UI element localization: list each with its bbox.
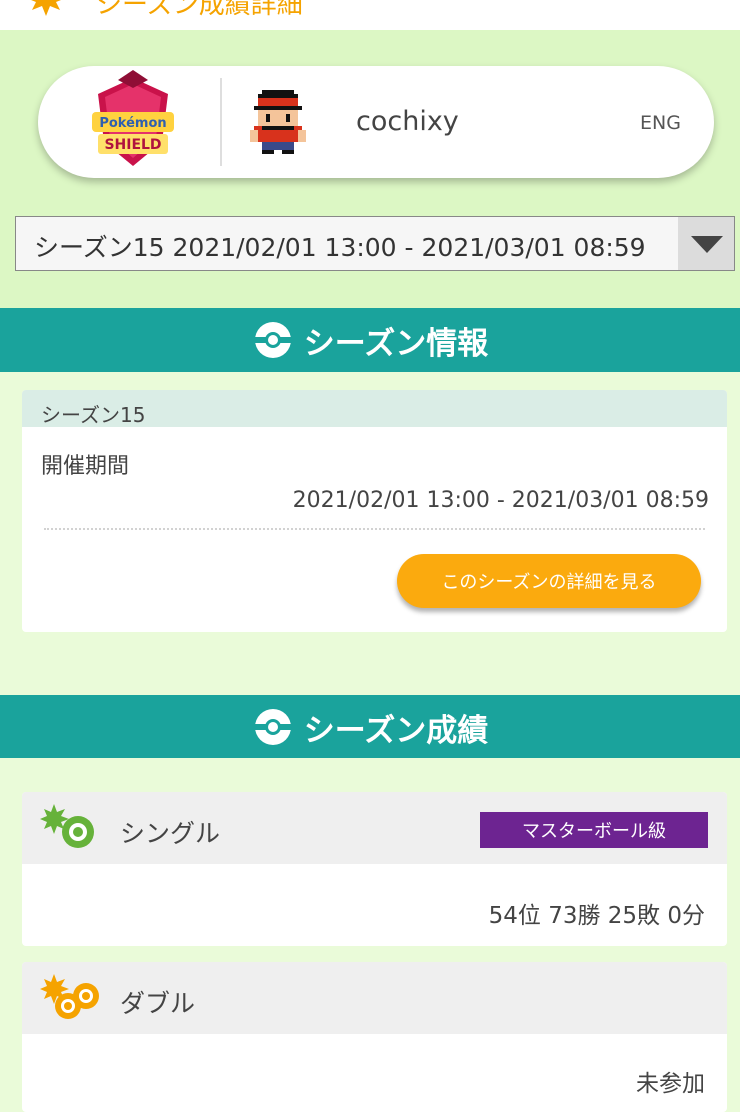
trainer-avatar-icon — [250, 90, 306, 154]
pokemon-shield-logo: Pokémon SHIELD — [92, 70, 174, 166]
season-name-bar: シーズン15 — [22, 390, 727, 427]
period-label: 開催期間 — [41, 454, 130, 479]
season-detail-button[interactable]: このシーズンの詳細を見る — [397, 554, 701, 608]
double-battle-head: ダブル — [22, 962, 727, 1034]
profile-card: Pokémon SHIELD cochixy ENG — [38, 66, 714, 178]
season-select-value: シーズン15 2021/02/01 13:00 - 2021/03/01 08:… — [34, 233, 646, 262]
season-info-header: シーズン情報 — [0, 308, 740, 372]
single-battle-card: シングル マスターボール級 54位 73勝 25敗 0分 — [22, 792, 727, 946]
rank-badge: マスターボール級 — [480, 812, 708, 848]
double-battle-icon — [40, 974, 99, 1019]
top-bar: シーズン成績詳細 — [0, 0, 740, 30]
username: cochixy — [356, 106, 459, 137]
season-results-header: シーズン成績 — [0, 695, 740, 759]
language-label[interactable]: ENG — [640, 112, 681, 134]
season-name: シーズン15 — [41, 403, 146, 427]
single-battle-label: シングル — [120, 819, 221, 848]
double-battle-label: ダブル — [120, 989, 196, 1018]
sun-icon — [31, 0, 61, 16]
double-battle-record: 未参加 — [636, 1071, 705, 1097]
dotted-divider — [44, 528, 705, 530]
season-select-button[interactable] — [678, 217, 734, 270]
profile-divider — [220, 78, 222, 166]
single-battle-icon — [40, 804, 94, 848]
double-battle-card: ダブル 未参加 — [22, 962, 727, 1112]
single-battle-record: 54位 73勝 25敗 0分 — [488, 903, 705, 929]
chevron-down-icon — [691, 236, 723, 253]
svg-text:Pokémon: Pokémon — [99, 116, 166, 131]
season-info-card: シーズン15 開催期間 2021/02/01 13:00 - 2021/03/0… — [22, 390, 727, 632]
season-info-title: シーズン情報 — [303, 325, 489, 362]
single-battle-head: シングル マスターボール級 — [22, 792, 727, 864]
page-heading-fragment: シーズン成績詳細 — [96, 0, 303, 20]
pokeball-icon — [254, 322, 291, 358]
period-value: 2021/02/01 13:00 - 2021/03/01 08:59 — [292, 488, 709, 513]
season-select[interactable]: シーズン15 2021/02/01 13:00 - 2021/03/01 08:… — [15, 216, 735, 271]
pokeball-icon — [254, 709, 291, 745]
season-results-title: シーズン成績 — [303, 712, 489, 749]
svg-text:SHIELD: SHIELD — [104, 137, 161, 153]
